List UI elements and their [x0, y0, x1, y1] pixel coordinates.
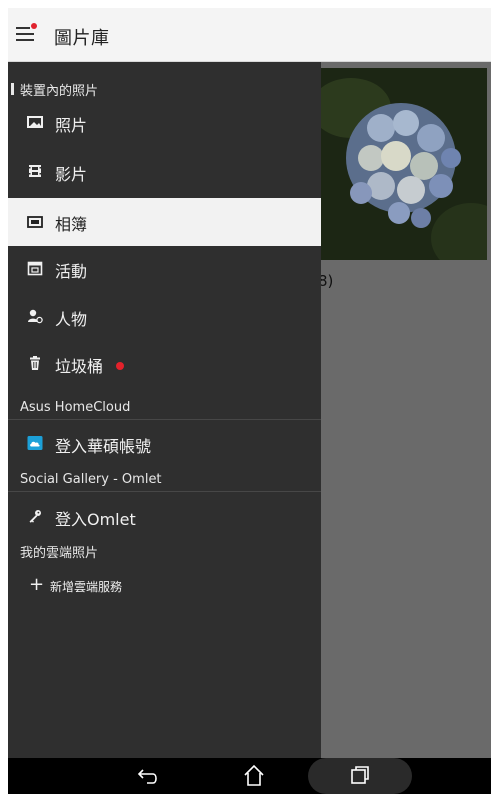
drawer-item-label: 活動: [55, 262, 88, 281]
album-cover-image[interactable]: [321, 68, 487, 260]
system-nav-bar: [8, 758, 491, 794]
drawer-item-events[interactable]: 活動: [8, 246, 321, 292]
photo-icon: [27, 114, 43, 130]
calendar-icon: [27, 260, 43, 276]
add-cloud-service-label: 新增雲端服務: [50, 580, 123, 594]
drawer-item-albums[interactable]: 相簿: [8, 198, 321, 246]
hamburger-menu-icon[interactable]: [16, 23, 37, 45]
app-bar: 圖片庫: [8, 8, 491, 62]
divider: [8, 419, 321, 420]
section-asus-homecloud: Asus HomeCloud: [8, 396, 321, 420]
drawer-item-omlet-login[interactable]: 登入Omlet: [8, 494, 321, 540]
drawer-item-label: 照片: [55, 116, 88, 135]
section-title: Social Gallery - Omlet: [20, 472, 162, 487]
home-icon[interactable]: [224, 758, 284, 794]
cloud-icon: [27, 435, 43, 451]
trash-notification-dot: [116, 362, 124, 370]
key-icon: [27, 508, 43, 524]
drawer-item-asus-login[interactable]: 登入華碩帳號: [8, 421, 321, 467]
drawer-item-videos[interactable]: 影片: [8, 149, 321, 195]
section-device-photos: 裝置內的照片: [8, 76, 321, 100]
film-icon: [27, 163, 43, 179]
recents-icon[interactable]: [330, 758, 390, 794]
album-icon: [27, 214, 43, 230]
section-title: 裝置內的照片: [20, 84, 99, 99]
drawer-item-label: 登入華碩帳號: [55, 437, 152, 456]
notification-dot: [31, 23, 37, 29]
drawer-item-label: 登入Omlet: [55, 510, 136, 529]
app-title: 圖片庫: [54, 28, 110, 49]
person-icon: [27, 308, 43, 324]
drawer-item-label: 影片: [55, 165, 88, 184]
drawer-item-trash[interactable]: 垃圾桶: [8, 341, 321, 387]
drawer-item-label: 人物: [55, 310, 88, 329]
section-title: Asus HomeCloud: [20, 400, 131, 415]
section-indicator: [11, 83, 14, 95]
drawer-item-photos[interactable]: 照片: [8, 100, 321, 146]
section-my-cloud-photos: 我的雲端照片: [8, 538, 321, 562]
screen: 圖片庫 8) 裝置內的照片 照片 影片 相簿 活動 人物 垃圾桶 Asus Ho…: [8, 8, 491, 794]
back-icon[interactable]: [120, 758, 180, 794]
divider: [8, 491, 321, 492]
add-cloud-service-button[interactable]: + 新增雲端服務: [8, 572, 321, 604]
trash-icon: [27, 355, 43, 371]
drawer-item-label: 垃圾桶: [55, 357, 104, 376]
plus-icon: +: [29, 574, 45, 595]
section-social-gallery: Social Gallery - Omlet: [8, 468, 321, 492]
drawer-item-people[interactable]: 人物: [8, 294, 321, 340]
drawer-item-label: 相簿: [55, 215, 88, 234]
navigation-drawer: 裝置內的照片 照片 影片 相簿 活動 人物 垃圾桶 Asus HomeCloud…: [8, 62, 321, 758]
section-title: 我的雲端照片: [20, 546, 99, 561]
